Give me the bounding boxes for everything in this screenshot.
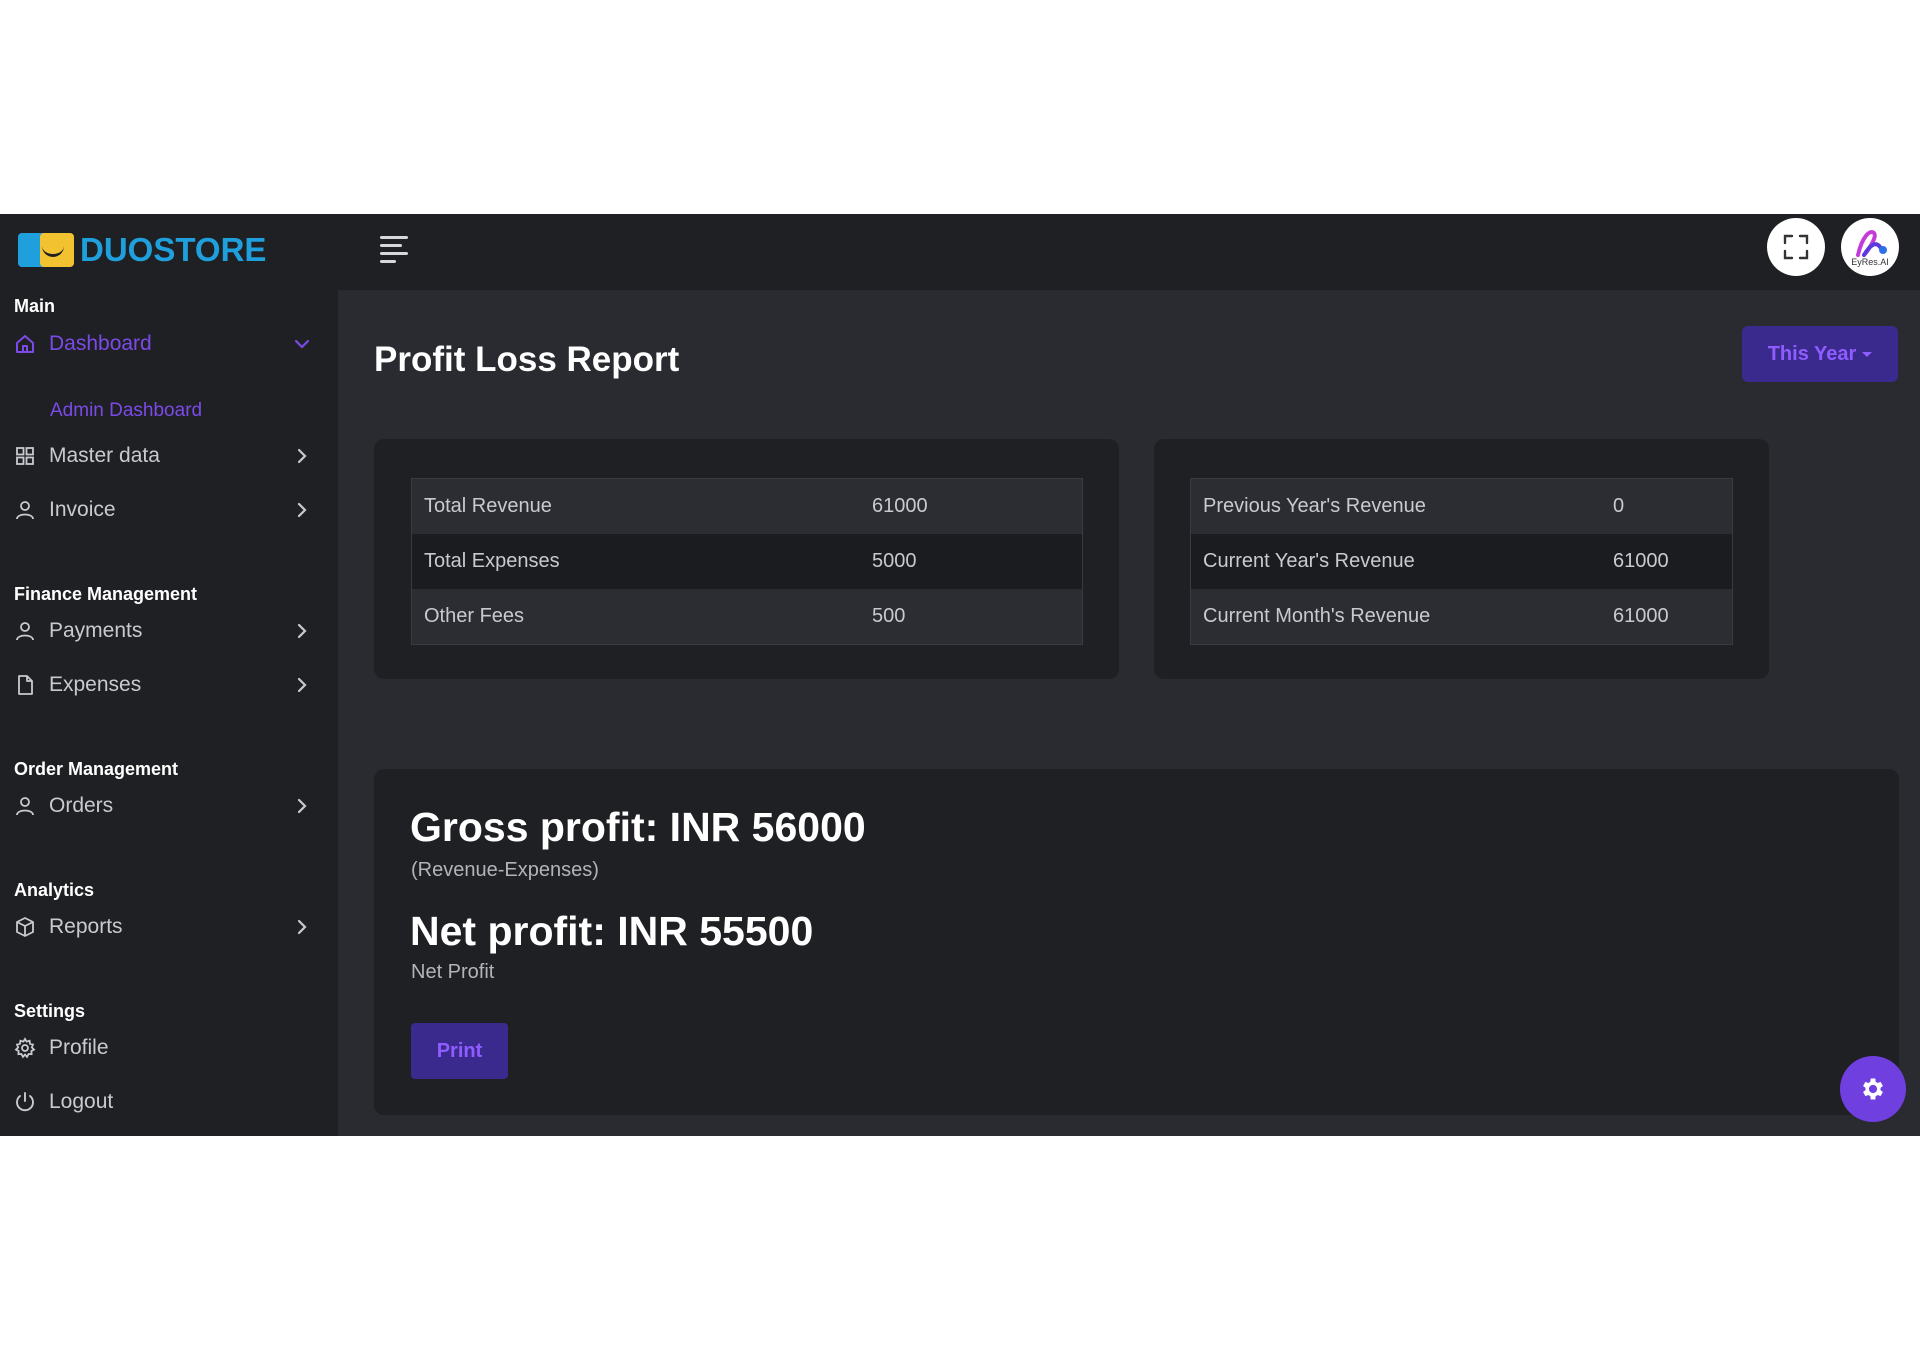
period-filter-label: This Year [1767, 342, 1857, 365]
row-value: 61000 [1613, 550, 1669, 572]
gear-icon [14, 1037, 36, 1059]
settings-fab-button[interactable] [1840, 1056, 1906, 1122]
top-bar: DUOSTORE EyRes.AI [0, 214, 1920, 290]
user-icon [16, 622, 34, 641]
fullscreen-icon [1783, 234, 1809, 260]
section-title-order: Order Management [14, 759, 179, 779]
table-row: Previous Year's Revenue 0 [1191, 479, 1732, 534]
section-title-main: Main [14, 296, 56, 316]
sidebar-item-label: Dashboard [49, 332, 152, 355]
period-filter-dropdown[interactable]: This Year [1742, 326, 1898, 382]
sidebar-item-label: Payments [49, 619, 143, 642]
chevron-right-icon [297, 919, 307, 935]
sidebar-item-orders[interactable]: Orders [0, 784, 338, 828]
yearly-revenue-card: Previous Year's Revenue 0 Current Year's… [1154, 439, 1769, 679]
user-icon [16, 797, 34, 816]
sidebar-item-master-data[interactable]: Master data [0, 434, 338, 478]
row-value: 61000 [1613, 605, 1669, 627]
chevron-right-icon [297, 798, 307, 814]
grid-icon [16, 447, 34, 465]
row-value: 5000 [872, 550, 917, 572]
sidebar-item-profile[interactable]: Profile [0, 1026, 338, 1070]
avatar-label: EyRes.AI [1851, 257, 1889, 267]
sidebar-item-admin-dashboard[interactable]: Admin Dashboard [50, 400, 202, 422]
sidebar-item-label: Expenses [49, 673, 142, 696]
brand-logo[interactable]: DUOSTORE [18, 226, 266, 274]
page-title: Profit Loss Report [374, 340, 680, 379]
logo-mark-icon [18, 231, 76, 269]
net-profit-note: Net Profit [411, 961, 495, 983]
fullscreen-button[interactable] [1767, 218, 1825, 276]
row-value: 0 [1613, 495, 1625, 517]
app-window: DUOSTORE EyRes.AI Main Dashboard Admin D… [0, 214, 1920, 1136]
user-avatar[interactable]: EyRes.AI [1841, 218, 1899, 276]
chevron-right-icon [297, 502, 307, 518]
file-icon [18, 675, 33, 695]
table-row: Other Fees 500 [412, 589, 1082, 644]
gross-profit-heading: Gross profit: INR 56000 [410, 804, 866, 850]
sidebar-item-label: Logout [49, 1090, 114, 1113]
row-label: Total Revenue [424, 495, 552, 517]
row-label: Previous Year's Revenue [1203, 495, 1426, 517]
yearly-revenue-table: Previous Year's Revenue 0 Current Year's… [1190, 478, 1733, 645]
row-value: 61000 [872, 495, 928, 517]
print-button[interactable]: Print [411, 1023, 508, 1079]
sidebar-item-label: Master data [49, 444, 160, 467]
brand-name: DUOSTORE [80, 231, 267, 268]
row-value: 500 [872, 605, 906, 627]
sidebar-item-expenses[interactable]: Expenses [0, 663, 338, 707]
sidebar-item-payments[interactable]: Payments [0, 609, 338, 653]
row-label: Current Month's Revenue [1203, 605, 1431, 627]
table-row: Total Expenses 5000 [412, 534, 1082, 589]
box-icon [16, 917, 34, 937]
sidebar-item-label: Reports [49, 915, 123, 938]
sidebar-item-logout[interactable]: Logout [0, 1080, 338, 1124]
user-icon [16, 501, 34, 520]
chevron-down-icon [294, 339, 310, 349]
chevron-right-icon [297, 448, 307, 464]
menu-toggle-icon[interactable] [380, 232, 410, 263]
sidebar: Main Dashboard Admin Dashboard Master da… [0, 290, 338, 1136]
revenue-summary-table: Total Revenue 61000 Total Expenses 5000 … [411, 478, 1083, 645]
row-label: Other Fees [424, 605, 525, 627]
sidebar-item-label: Invoice [49, 498, 116, 521]
table-row: Current Month's Revenue 61000 [1191, 589, 1732, 644]
section-title-finance: Finance Management [14, 584, 198, 604]
chevron-right-icon [297, 677, 307, 693]
home-icon [16, 335, 34, 353]
table-row: Total Revenue 61000 [412, 479, 1082, 534]
gross-profit-note: (Revenue-Expenses) [411, 859, 599, 881]
net-profit-heading: Net profit: INR 55500 [410, 908, 814, 954]
sidebar-item-label: Profile [49, 1036, 109, 1059]
chevron-right-icon [297, 623, 307, 639]
gear-icon [1863, 1078, 1883, 1100]
row-label: Current Year's Revenue [1203, 550, 1415, 572]
sidebar-item-label: Orders [49, 794, 114, 817]
table-row: Current Year's Revenue 61000 [1191, 534, 1732, 589]
sidebar-item-reports[interactable]: Reports [0, 905, 338, 949]
sidebar-item-dashboard[interactable]: Dashboard [0, 322, 338, 366]
section-title-analytics: Analytics [14, 880, 95, 900]
revenue-summary-card: Total Revenue 61000 Total Expenses 5000 … [374, 439, 1119, 679]
row-label: Total Expenses [424, 550, 560, 572]
avatar-logo-icon [1856, 230, 1887, 257]
sidebar-item-invoice[interactable]: Invoice [0, 488, 338, 532]
caret-down-icon [1862, 351, 1873, 357]
power-icon [16, 1092, 34, 1112]
section-title-settings: Settings [14, 1001, 86, 1021]
